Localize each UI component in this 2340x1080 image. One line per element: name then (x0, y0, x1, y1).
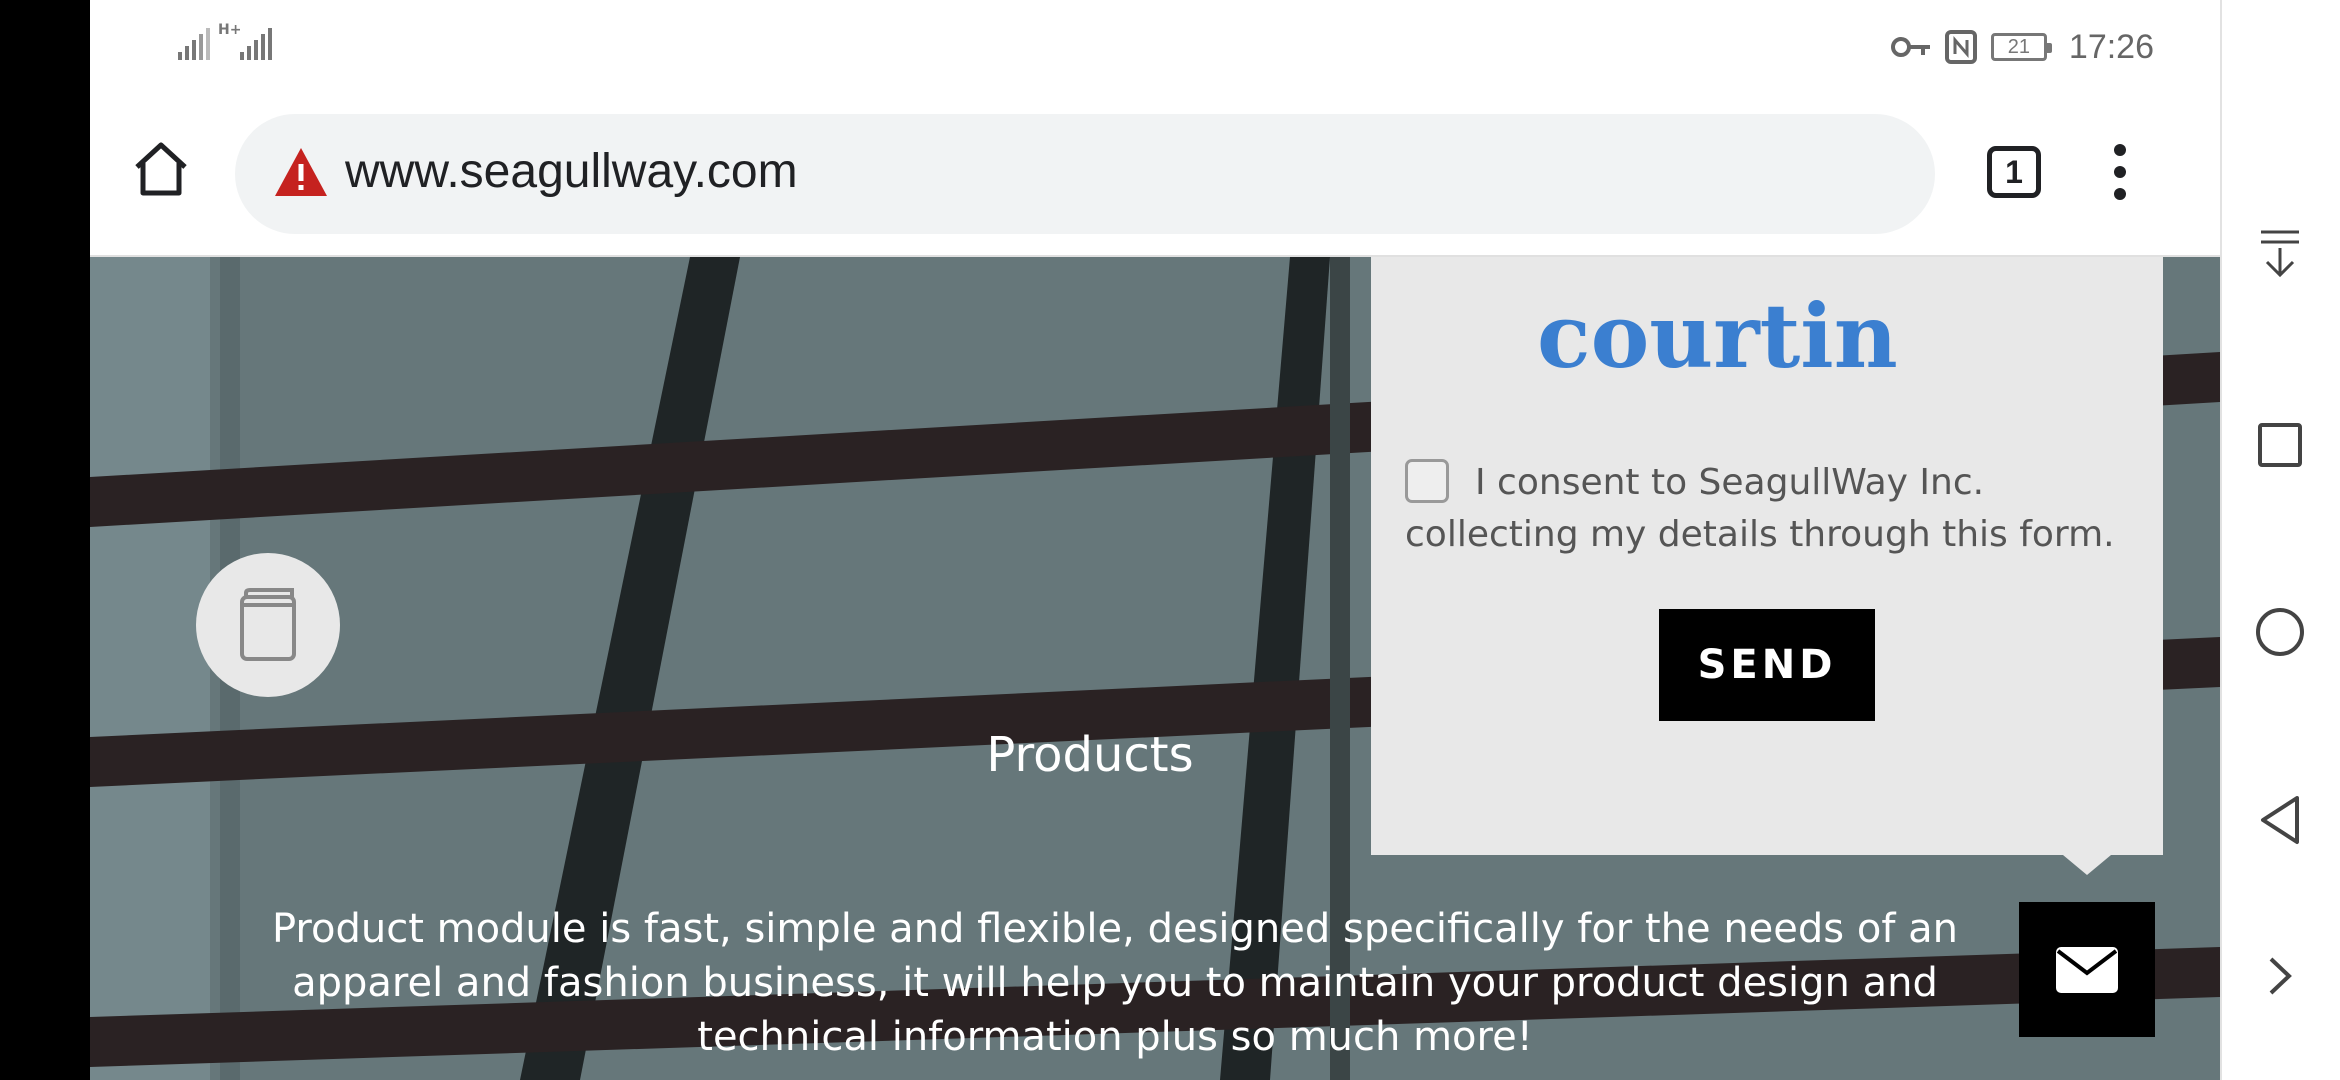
system-navigation-bar (2220, 0, 2340, 1080)
nav-recents-button[interactable] (2250, 415, 2310, 475)
mail-icon (2056, 946, 2118, 993)
nav-back-button[interactable] (2250, 790, 2310, 850)
consent-label: I consent to SeagullWay Inc. collecting … (1405, 462, 2115, 555)
status-icons-right: 21 17:26 (1890, 22, 2154, 72)
nav-forward-button[interactable] (2250, 946, 2310, 1006)
phone-screen: H+ 21 17:26 www.seagullway.com 1 Product… (90, 0, 2220, 1080)
more-vert-dot (2114, 166, 2126, 178)
clock: 17:26 (2068, 27, 2154, 66)
nav-home-button[interactable] (2250, 602, 2310, 662)
send-button[interactable]: SEND (1659, 609, 1875, 721)
left-screen-edge (0, 0, 90, 1080)
circle-icon (2256, 608, 2304, 656)
section-title: Products (986, 727, 1194, 783)
more-vert-dot (2114, 188, 2126, 200)
popup-pointer (2063, 855, 2111, 875)
contact-mail-button[interactable] (2019, 902, 2155, 1037)
consent-row: I consent to SeagullWay Inc. collecting … (1405, 457, 2145, 561)
contact-form-popup: courtin I consent to SeagullWay Inc. col… (1371, 257, 2163, 855)
nav-down-button[interactable] (2250, 224, 2310, 284)
page-content: Products Product module is fast, simple … (90, 257, 2220, 1080)
book-icon (240, 588, 296, 661)
scroll-down-icon (2261, 230, 2299, 278)
home-icon (135, 142, 187, 196)
battery-level: 21 (2007, 35, 2031, 58)
browser-toolbar: www.seagullway.com 1 (90, 92, 2220, 257)
home-button[interactable] (128, 136, 194, 202)
tab-count: 1 (2005, 153, 2023, 190)
captcha-image: courtin (1537, 284, 1898, 387)
captcha-text: courtin (1537, 284, 1898, 387)
chevron-right-icon (2269, 957, 2292, 995)
square-icon (2258, 423, 2302, 467)
url-text[interactable]: www.seagullway.com (345, 144, 798, 199)
tab-switcher-button[interactable]: 1 (1987, 146, 2041, 198)
address-bar[interactable]: www.seagullway.com (235, 114, 1935, 234)
section-description: Product module is fast, simple and flexi… (272, 906, 1958, 1060)
status-bar: H+ 21 17:26 (90, 0, 2220, 92)
nfc-icon (1944, 30, 1977, 64)
consent-checkbox[interactable] (1405, 459, 1449, 503)
back-triangle-icon (2261, 796, 2299, 844)
more-vert-icon (2114, 144, 2126, 156)
products-icon-button[interactable] (196, 553, 340, 697)
warning-icon[interactable] (273, 146, 329, 198)
battery-icon: 21 (1990, 33, 2052, 61)
vpn-key-icon (1890, 37, 1930, 57)
signal-icon-2 (240, 28, 272, 60)
overflow-menu-button[interactable] (2100, 140, 2140, 204)
signal-icon-1 (178, 28, 210, 60)
